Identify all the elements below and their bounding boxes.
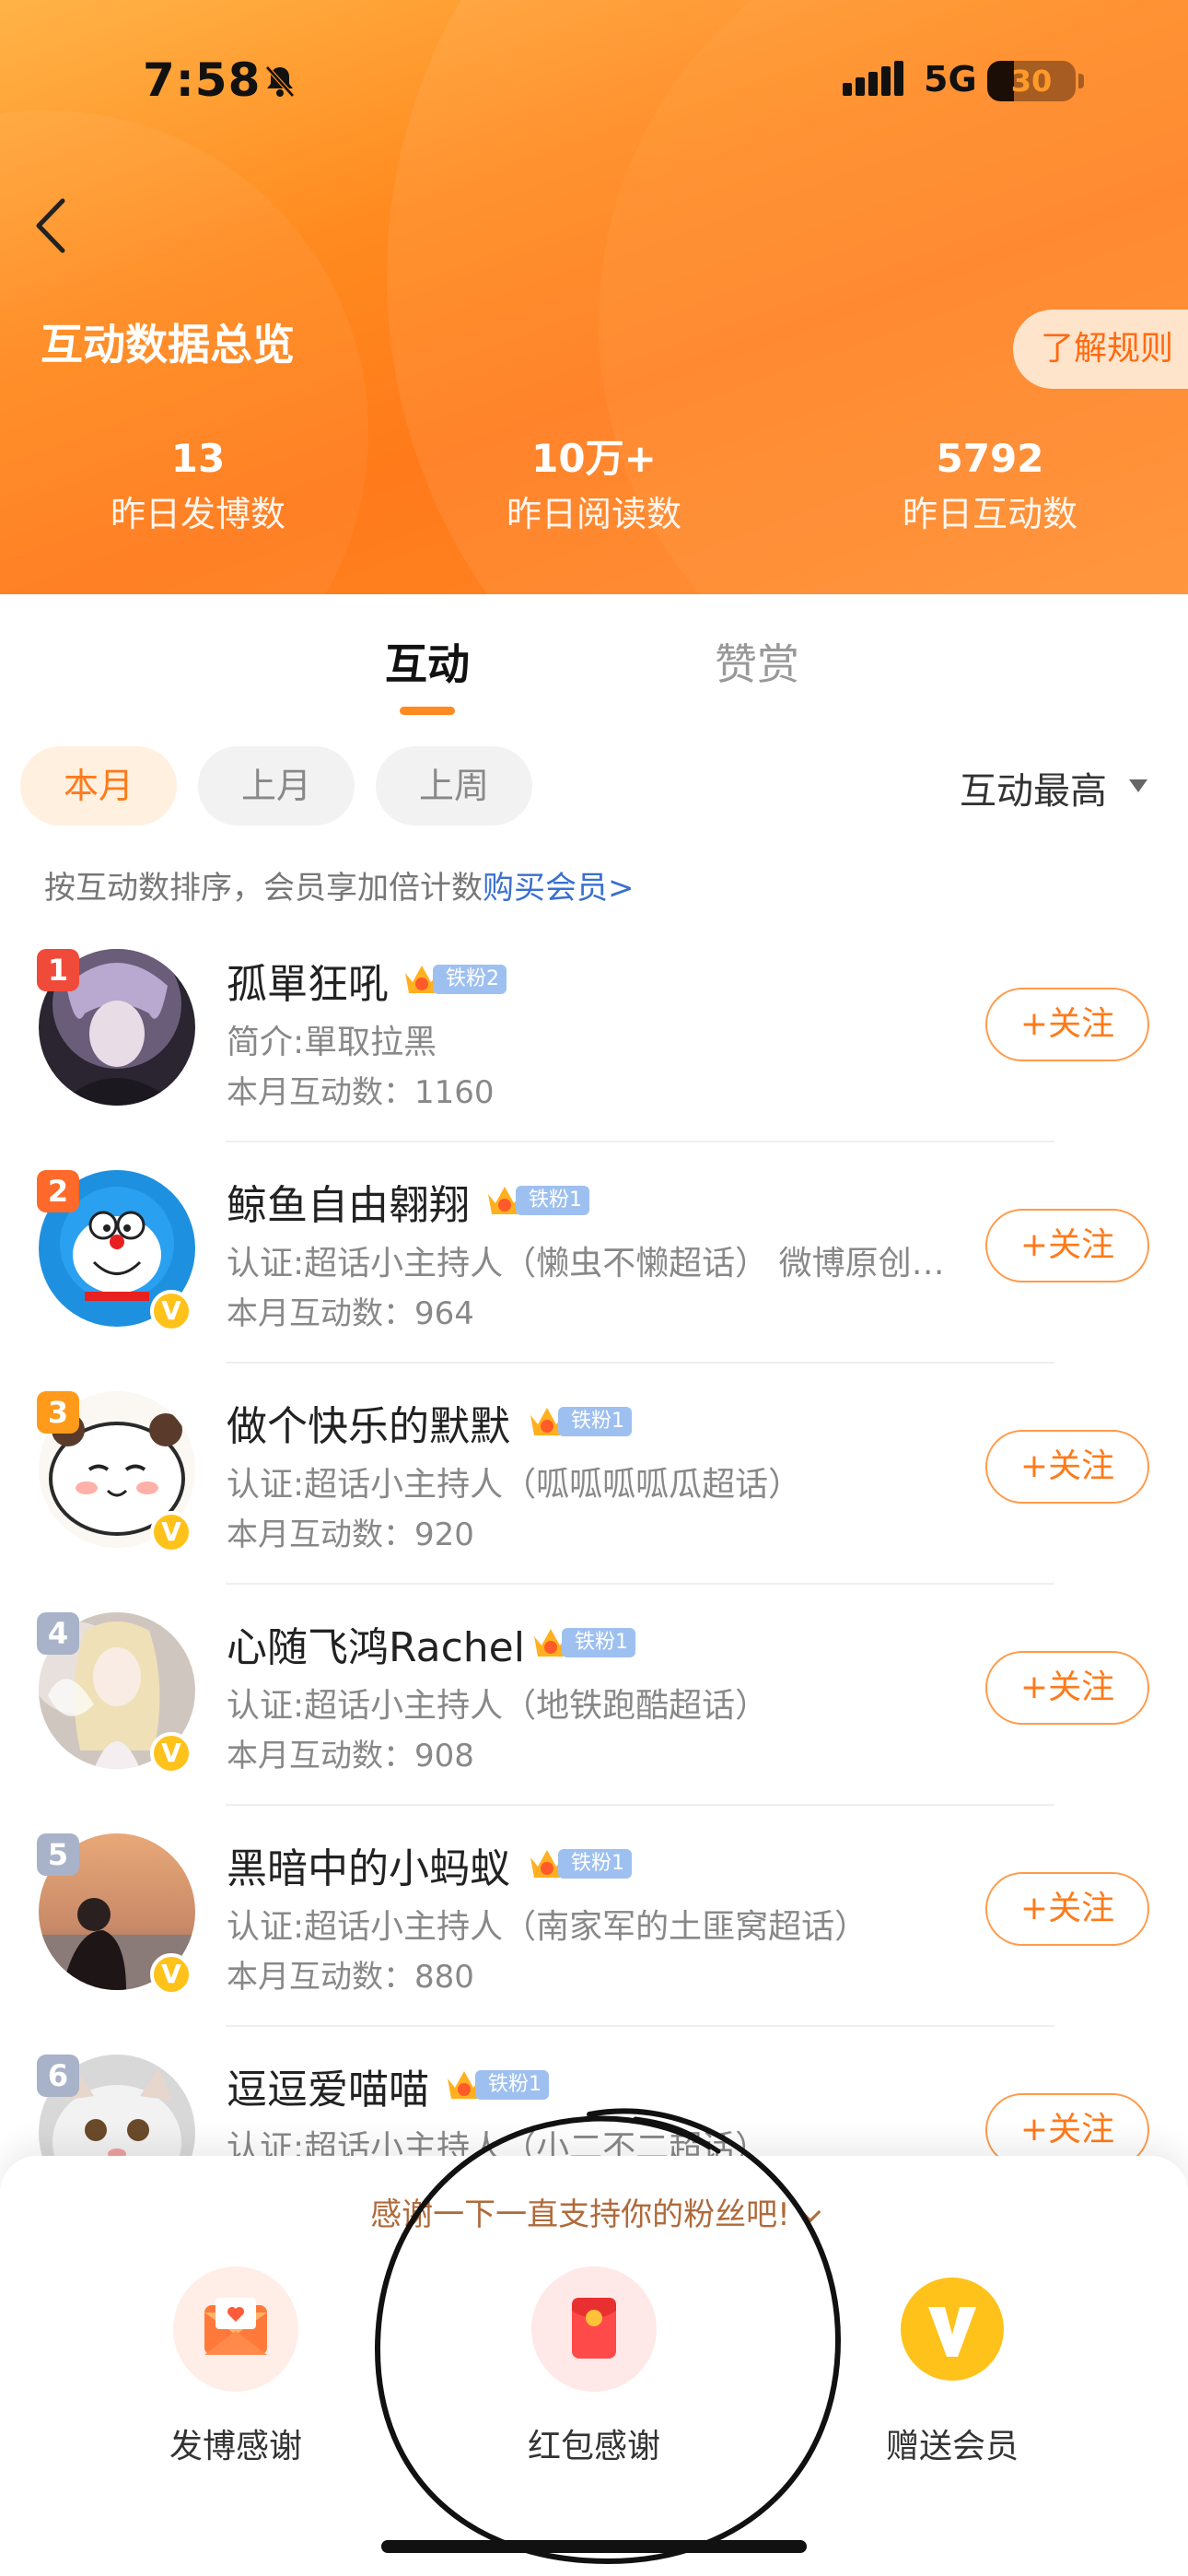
battery-icon: 30 [987,61,1085,101]
interaction-count: 本月互动数：880 [227,1959,474,1996]
follow-button[interactable]: +关注 [985,1651,1149,1725]
action-label: 发博感谢 [169,2428,302,2465]
user-desc: 简介:單取拉黑 [227,1024,437,1061]
verified-v-icon: V [150,1511,192,1553]
chevron-down-icon[interactable] [799,2201,821,2223]
stat-reads: 10万+ 昨日阅读数 [396,433,792,544]
interaction-count: 本月互动数：920 [227,1516,474,1553]
envelope-heart-icon[interactable] [173,2266,298,2392]
stat-label: 昨日发博数 [110,494,285,534]
interaction-count: 本月互动数：1160 [227,1074,495,1111]
user-name[interactable]: 做个快乐的默默 [227,1393,510,1452]
network-type: 5G [924,59,977,100]
list-item[interactable]: 2 V 鲸鱼自由翱翔 铁粉1 认证:超话小主持人（懒虫不懒超话） 微博原创… 本… [0,1152,1188,1373]
interaction-count: 本月互动数：964 [227,1295,474,1332]
header-banner: 7:58 5G 30 互动数据总览 了解规则 13 昨日发博数 10万+ 昨日阅… [0,0,1188,594]
signal-icon [843,61,903,96]
rank-badge: 6 [37,2055,79,2097]
follow-button[interactable]: +关注 [985,1209,1149,1282]
home-indicator[interactable] [381,2540,807,2553]
action-label: 赠送会员 [885,2428,1019,2465]
user-desc: 认证:超话小主持人（懒虫不懒超话） 微博原创… [227,1245,945,1282]
list-item[interactable]: 5 V 黑暗中的小蚂蚁 铁粉1 认证:超话小主持人（南家军的土匪窝超话） 本月互… [0,1815,1188,2036]
tab-rewards[interactable]: 赞赏 [715,631,799,692]
verified-v-icon: V [150,1953,192,1996]
list-item[interactable]: 4 V 心随飞鸿Rachel 铁粉1 认证:超话小主持人（地铁跑酷超话） 本月互… [0,1594,1188,1815]
user-name[interactable]: 黑暗中的小蚂蚁 [227,1835,510,1894]
fan-level: 铁粉2 [433,965,507,994]
status-bar: 7:58 5G 30 [0,0,1188,157]
stat-value: 10万+ [531,436,657,481]
user-name[interactable]: 鲸鱼自由翱翔 [227,1172,470,1231]
buy-vip-link[interactable]: 购买会员> [483,870,635,907]
list-item[interactable]: 3 V 做个快乐的默默 铁粉1 认证:超话小主持人（呱呱呱呱瓜超话） 本月互动数… [0,1373,1188,1594]
rules-button[interactable]: 了解规则 [1013,310,1188,389]
fan-level: 铁粉1 [516,1186,589,1215]
red-packet-icon[interactable] [531,2266,657,2392]
red-packet-thanks-button[interactable]: 红包感谢 [465,2266,723,2467]
user-name[interactable]: 心随飞鸿Rachel [227,1614,525,1673]
verified-v-icon: V [150,1732,192,1774]
stat-label: 昨日互动数 [902,494,1077,534]
user-desc: 认证:超话小主持人（呱呱呱呱瓜超话） [227,1466,802,1504]
interaction-count: 本月互动数：908 [227,1738,474,1774]
follow-button[interactable]: +关注 [985,988,1149,1061]
rank-badge: 3 [37,1391,79,1434]
list-item[interactable]: 1 孤單狂吼 铁粉2 简介:單取拉黑 本月互动数：1160 +关注 [0,931,1188,1152]
battery-level: 30 [1010,64,1053,99]
filter-bar: 本月 上月 上周 互动最高 [0,746,1188,829]
status-time: 7:58 [143,53,262,107]
tab-underline [400,707,455,715]
user-name[interactable]: 孤單狂吼 [227,951,389,1010]
thanks-sheet: 感谢一下一直支持你的粉丝吧! 发博感谢 红包感谢 赠送会员 [0,2156,1188,2576]
fan-level: 铁粉1 [558,1407,632,1436]
stat-value: 5792 [936,436,1044,481]
sort-hint: 按互动数排序，会员享加倍计数购买会员> [44,862,635,907]
page-title: 互动数据总览 [41,320,295,369]
stat-interactions: 5792 昨日互动数 [792,433,1188,544]
stat-posts: 13 昨日发博数 [0,433,396,544]
action-label: 红包感谢 [527,2428,660,2465]
vip-v-icon[interactable] [890,2266,1015,2392]
gift-vip-button[interactable]: 赠送会员 [823,2266,1081,2467]
tab-bar: 互动 赞赏 [0,594,1188,732]
filter-this-month[interactable]: 本月 [20,746,177,825]
post-thanks-button[interactable]: 发博感谢 [107,2266,365,2467]
filter-last-month[interactable]: 上月 [198,746,355,825]
fan-level: 铁粉1 [558,1849,632,1879]
rank-badge: 1 [37,949,79,991]
rank-badge: 4 [37,1612,79,1655]
verified-v-icon: V [150,1290,192,1332]
bell-muted-icon [265,65,295,98]
follow-button[interactable]: +关注 [985,1430,1149,1504]
back-arrow-icon[interactable] [29,193,76,258]
fan-level: 铁粉1 [475,2070,549,2100]
user-desc: 认证:超话小主持人（南家军的土匪窝超话） [227,1908,868,1946]
caret-down-icon[interactable] [1129,779,1147,792]
filter-last-week[interactable]: 上周 [376,746,532,825]
rank-badge: 5 [37,1833,79,1876]
tab-interaction[interactable]: 互动 [385,631,470,692]
fan-level: 铁粉1 [562,1628,635,1657]
sort-dropdown[interactable]: 互动最高 [960,761,1107,814]
stat-value: 13 [170,436,226,481]
hint-text: 按互动数排序，会员享加倍计数 [44,870,483,907]
stat-label: 昨日阅读数 [506,494,681,534]
user-desc: 认证:超话小主持人（地铁跑酷超话） [227,1687,769,1725]
stats-row: 13 昨日发博数 10万+ 昨日阅读数 5792 昨日互动数 [0,433,1188,553]
rank-badge: 2 [37,1170,79,1212]
banner-text: 感谢一下一直支持你的粉丝吧! [370,2196,790,2233]
thanks-banner[interactable]: 感谢一下一直支持你的粉丝吧! [0,2189,1188,2234]
user-name[interactable]: 逗逗爱喵喵 [227,2056,429,2115]
follow-button[interactable]: +关注 [985,1872,1149,1946]
